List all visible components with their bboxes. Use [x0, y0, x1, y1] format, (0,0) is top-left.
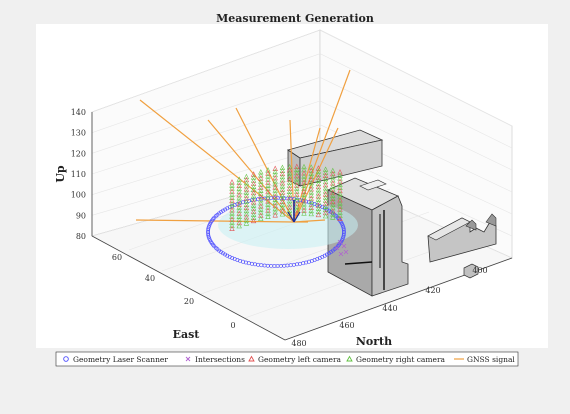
up-tick-label: 90 — [76, 211, 86, 220]
legend-label-scanner: Geometry Laser Scanner — [73, 355, 168, 364]
figure: Measurement Generation 80 90 100 110 120… — [0, 0, 570, 410]
east-tick-label: 60 — [112, 253, 122, 262]
east-tick-label: 0 — [230, 321, 235, 330]
north-tick-label: 420 — [425, 286, 440, 295]
up-tick-label: 110 — [71, 170, 86, 179]
north-tick-label: 460 — [339, 321, 354, 330]
north-tick-label: 480 — [291, 339, 306, 348]
chart-canvas: Measurement Generation 80901001101201301… — [36, 12, 548, 367]
legend-label-right-camera: Geometry right camera — [356, 355, 446, 364]
east-tick-label: 20 — [184, 297, 194, 306]
up-tick-label: 80 — [76, 232, 86, 241]
chart-title: Measurement Generation — [216, 12, 374, 25]
up-axis-label: Up — [54, 165, 67, 183]
legend-label-intersections: Intersections — [195, 355, 245, 364]
up-tick-label: 100 — [71, 191, 86, 200]
north-axis-label: North — [356, 335, 392, 348]
north-tick-label: 400 — [472, 266, 487, 275]
legend-label-gnss: GNSS signal — [467, 355, 515, 364]
east-axis-label: East — [173, 328, 201, 341]
up-tick-label: 120 — [71, 149, 86, 158]
north-tick-label: 440 — [382, 304, 397, 313]
legend: Geometry Laser Scanner Intersections Geo… — [55, 351, 519, 367]
east-tick-label: 40 — [145, 274, 155, 283]
up-tick-label: 140 — [71, 108, 86, 117]
up-tick-label: 130 — [71, 129, 86, 138]
legend-label-left-camera: Geometry left camera — [258, 355, 342, 364]
